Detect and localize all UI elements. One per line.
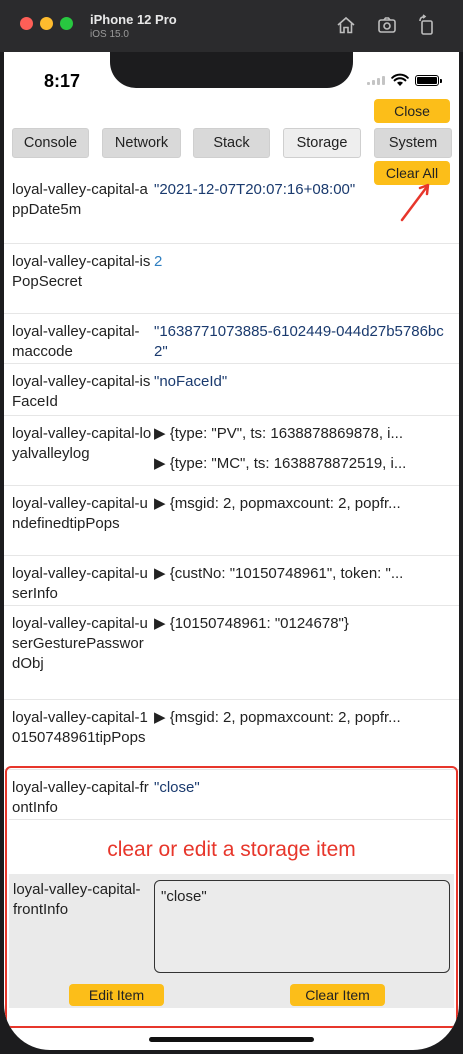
notch	[110, 52, 353, 88]
status-icons	[367, 72, 442, 88]
storage-value: "noFaceId"	[154, 373, 228, 390]
phone-screen: 8:17 Close Console Network Stack Storage…	[4, 52, 459, 1050]
storage-key: loyal-valley-capital-userGesturePassword…	[12, 615, 148, 672]
storage-key: loyal-valley-capital-undefinedtipPops	[12, 495, 148, 532]
clear-item-button[interactable]: Clear Item	[290, 984, 385, 1006]
expandable-object[interactable]: ▶ {custNo: "10150748961", token: "...	[154, 564, 452, 584]
os-version: iOS 15.0	[90, 29, 129, 40]
home-indicator[interactable]	[149, 1037, 314, 1042]
edit-item-button[interactable]: Edit Item	[69, 984, 164, 1006]
rotate-icon[interactable]	[416, 14, 438, 36]
tab-console[interactable]: Console	[12, 128, 89, 158]
storage-item[interactable]: loyal-valley-capital-undefinedtipPops ▶ …	[4, 486, 459, 556]
tab-storage[interactable]: Storage	[283, 128, 361, 158]
storage-value: "2021-12-07T20:07:16+08:00"	[154, 181, 356, 198]
storage-item[interactable]: loyal-valley-capital-isPopSecret 2	[4, 244, 459, 314]
minimize-window-button[interactable]	[40, 17, 53, 30]
editor-key: loyal-valley-capital-frontInfo	[13, 881, 141, 918]
storage-value: ▶ {msgid: 2, popmaxcount: 2, popfr...	[154, 708, 452, 728]
storage-value: 2	[154, 253, 163, 270]
storage-value: ▶ {custNo: "10150748961", token: "...	[154, 564, 452, 584]
storage-item[interactable]: loyal-valley-capital-loyalvalleylog ▶ {t…	[4, 416, 459, 486]
battery-icon	[415, 74, 442, 86]
storage-value: ▶ {10150748961: "0124678"}	[154, 614, 452, 634]
storage-item[interactable]: loyal-valley-capital-userGesturePassword…	[4, 606, 459, 700]
close-window-button[interactable]	[20, 17, 33, 30]
storage-value: ▶ {msgid: 2, popmaxcount: 2, popfr...	[154, 494, 452, 514]
storage-item[interactable]: loyal-valley-capital-10150748961tipPops …	[4, 700, 459, 770]
expandable-object[interactable]: ▶ {type: "MC", ts: 1638878872519, i...	[154, 454, 452, 474]
storage-editor: loyal-valley-capital-frontInfo "close" E…	[9, 874, 454, 1008]
editor-value-input[interactable]: "close"	[154, 880, 450, 973]
tab-stack[interactable]: Stack	[193, 128, 270, 158]
storage-key: loyal-valley-capital-loyalvalleylog	[12, 425, 152, 462]
zoom-window-button[interactable]	[60, 17, 73, 30]
device-name: iPhone 12 Pro	[90, 12, 177, 27]
expandable-object[interactable]: ▶ {type: "PV", ts: 1638878869878, i...	[154, 424, 452, 444]
expandable-object[interactable]: ▶ {10150748961: "0124678"}	[154, 614, 452, 634]
storage-key: loyal-valley-capital-appDate5m	[12, 181, 148, 218]
screenshot-icon[interactable]	[376, 14, 398, 36]
storage-item[interactable]: loyal-valley-capital-appDate5m "2021-12-…	[4, 172, 459, 244]
storage-key: loyal-valley-capital-userInfo	[12, 565, 148, 602]
tab-bar: Console Network Stack Storage System	[12, 128, 452, 158]
status-time: 8:17	[44, 71, 81, 91]
home-icon[interactable]	[335, 14, 357, 36]
wifi-icon	[391, 73, 409, 87]
annotation-text: clear or edit a storage item	[107, 838, 356, 861]
storage-item[interactable]: loyal-valley-capital-isFaceId "noFaceId"	[4, 364, 459, 416]
storage-key: loyal-valley-capital-isPopSecret	[12, 253, 151, 290]
storage-item[interactable]: loyal-valley-capital-userInfo ▶ {custNo:…	[4, 556, 459, 606]
expandable-object[interactable]: ▶ {msgid: 2, popmaxcount: 2, popfr...	[154, 708, 452, 728]
simulator-title-bar: iPhone 12 Pro iOS 15.0	[0, 0, 463, 52]
storage-key: loyal-valley-capital-maccode	[12, 323, 140, 360]
storage-key: loyal-valley-capital-isFaceId	[12, 373, 151, 410]
signal-icon	[367, 75, 385, 85]
storage-value: ▶ {type: "PV", ts: 1638878869878, i... ▶…	[154, 424, 452, 474]
close-button[interactable]: Close	[374, 99, 450, 123]
tab-system[interactable]: System	[374, 128, 452, 158]
storage-value: "1638771073885-6102449-044d27b5786bc2"	[154, 323, 444, 360]
storage-key: loyal-valley-capital-10150748961tipPops	[12, 709, 148, 746]
expandable-object[interactable]: ▶ {msgid: 2, popmaxcount: 2, popfr...	[154, 494, 452, 514]
tab-network[interactable]: Network	[102, 128, 181, 158]
storage-item[interactable]: loyal-valley-capital-maccode "1638771073…	[4, 314, 459, 364]
